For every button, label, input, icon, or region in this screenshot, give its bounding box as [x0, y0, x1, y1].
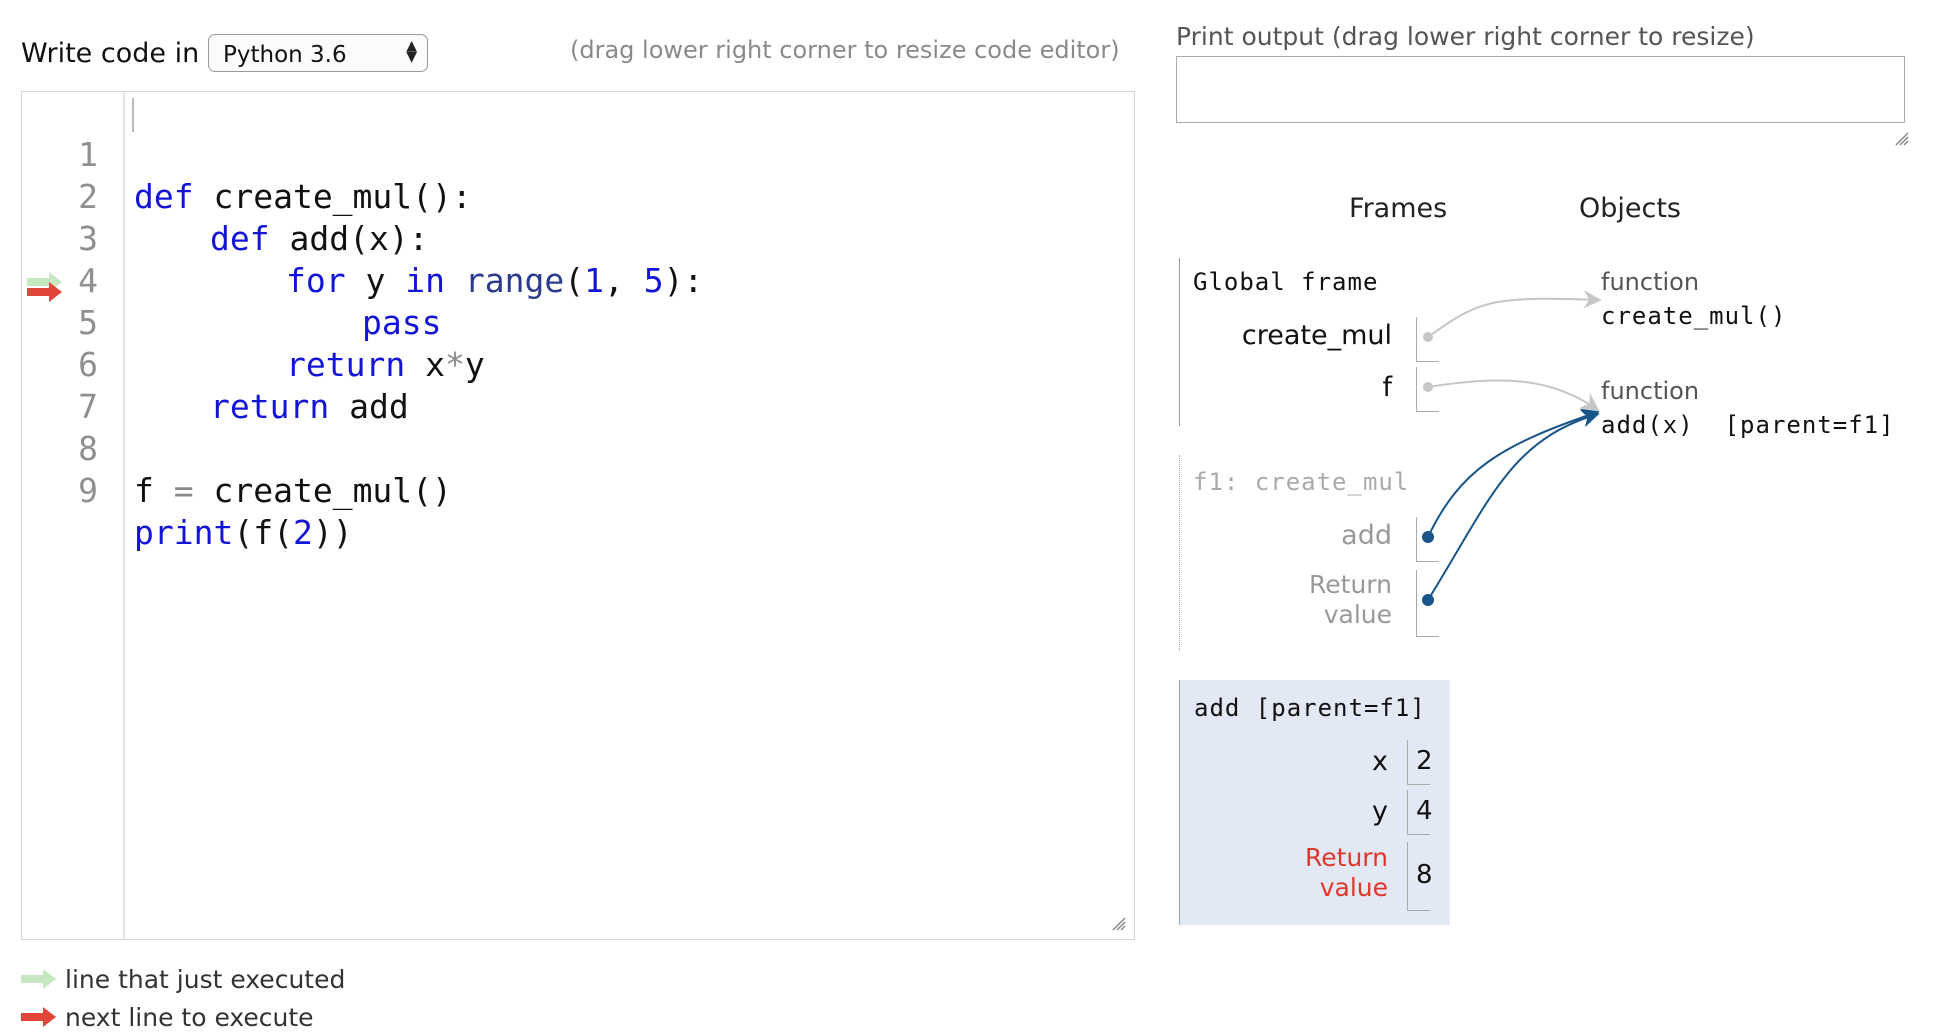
pointer-create-mul [1423, 290, 1602, 342]
pointer-f1-add [1422, 408, 1600, 543]
pointer-arrows [1422, 290, 1602, 606]
pointer-f1-return [1422, 409, 1600, 606]
pointer-f [1423, 379, 1600, 412]
